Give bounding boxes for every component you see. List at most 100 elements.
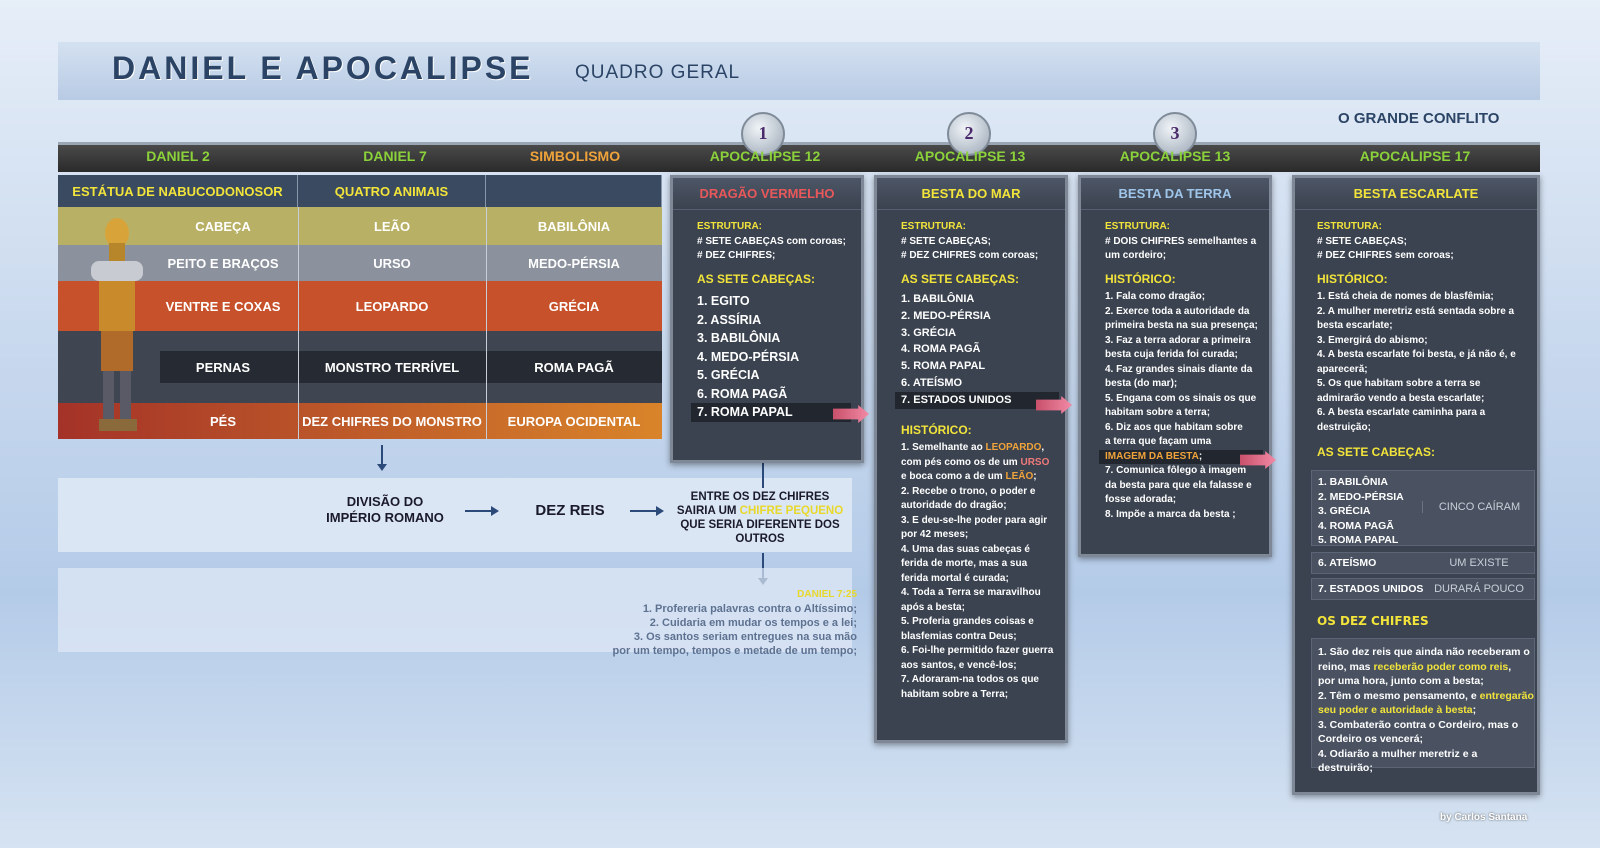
list-item: 1. São dez reis que ainda não receberam … bbox=[1318, 646, 1530, 658]
list-item: 7. Adoraram-na todos os que bbox=[901, 674, 1039, 686]
list-item: 3. BABILÔNIA bbox=[697, 331, 781, 345]
ap13b-e2: um cordeiro; bbox=[1105, 250, 1167, 261]
grid-head-estatua: ESTÁTUA DE NABUCODONOSOR bbox=[58, 175, 298, 207]
flow-chifre-pequeno: CHIFRE PEQUENO bbox=[739, 505, 844, 517]
list-item: 5. GRÉCIA bbox=[697, 368, 760, 382]
text: reino, mas bbox=[1318, 660, 1374, 673]
page-subtitle: QUADRO GERAL bbox=[575, 62, 741, 83]
list-item: ferida mortal é curada; bbox=[901, 572, 1009, 584]
col-daniel-7: DANIEL 7 bbox=[363, 148, 427, 164]
col-apocalipse-13b: APOCALIPSE 13 bbox=[1119, 148, 1231, 164]
ap13a-list: 1. BABILÔNIA 2. MEDO-PÉRSIA 3. GRÉCIA 4.… bbox=[895, 291, 1065, 409]
ap13a-estrutura: ESTRUTURA: bbox=[901, 221, 966, 232]
ap12-list: 1. EGITO 2. ASSÍRIA 3. BABILÔNIA 4. MEDO… bbox=[691, 292, 861, 422]
list-item: 4. ROMA PAGÃ bbox=[901, 343, 981, 356]
ap12-estrutura: ESTRUTURA: bbox=[697, 221, 762, 232]
list-item: besta cuja ferida foi curada; bbox=[1105, 349, 1238, 360]
ap17-dez-box: 1. São dez reis que ainda não receberam … bbox=[1311, 638, 1535, 774]
ap13b-historico: HISTÓRICO: bbox=[1105, 271, 1176, 286]
arrow-head-right bbox=[491, 506, 499, 516]
list-item: 7. Comunica fôlego à imagem bbox=[1105, 465, 1247, 476]
list-item: 1. BABILÔNIA bbox=[1318, 476, 1389, 488]
list-item: reino, mas receberão poder como reis, bbox=[1318, 660, 1512, 673]
list-item: 2. Exerce toda a autoridade da bbox=[1105, 305, 1250, 317]
ap17-e2: # DEZ CHIFRES sem coroas; bbox=[1317, 250, 1454, 261]
list-item: 3. E deu-se-lhe poder para agir bbox=[901, 514, 1048, 526]
daniel-725-block: DANIEL 7:25 1. Profereria palavras contr… bbox=[560, 588, 857, 658]
text-urso: URSO bbox=[1020, 456, 1050, 468]
cell-pernas: PERNAS bbox=[195, 359, 251, 375]
list-item: habitam sobre a Terra; bbox=[901, 688, 1009, 700]
cell-grecia: GRÉCIA bbox=[548, 298, 600, 314]
list-item: 4. Odiarão a mulher meretriz e a destrui… bbox=[1318, 747, 1478, 775]
list-item: 3. Emergirá do abismo; bbox=[1317, 334, 1428, 346]
list-item: 3. GRÉCIA bbox=[901, 326, 957, 339]
list-item: 4. Faz grandes sinais diante da bbox=[1105, 363, 1253, 375]
list-item: destruição; bbox=[1317, 421, 1371, 433]
list-item: 1. EGITO bbox=[697, 294, 750, 308]
flow-divisao-2: IMPÉRIO ROMANO bbox=[326, 510, 444, 525]
arrow-head-right bbox=[656, 506, 664, 516]
list-item: 8. Impõe a marca da besta ; bbox=[1105, 508, 1236, 520]
list-item: 2. Recebe o trono, o poder e bbox=[901, 485, 1036, 497]
list-item: seu poder e autoridade à besta; bbox=[1318, 704, 1477, 716]
cell-urso: URSO bbox=[373, 255, 411, 271]
ap17-sete: AS SETE CABEÇAS: bbox=[1317, 445, 1436, 459]
panel-apocalipse-12: DRAGÃO VERMELHO ESTRUTURA: # SETE CABEÇA… bbox=[670, 175, 864, 463]
ap17-estados-unidos: 7. ESTADOS UNIDOS bbox=[1318, 583, 1424, 595]
list-item: autoridade do dragão; bbox=[901, 500, 1007, 512]
list-item: 1. BABILÔNIA bbox=[901, 293, 975, 305]
grid-divider bbox=[486, 207, 487, 439]
ap13a-h1: 1. Semelhante ao LEOPARDO, bbox=[901, 442, 1045, 454]
arrow-right-1 bbox=[465, 510, 493, 512]
list-item: a terra que façam uma bbox=[1105, 436, 1212, 447]
ap13a-h3: e boca como a de um LEÃO; bbox=[901, 471, 1037, 483]
list-item: Cordeiro os vencerá; bbox=[1318, 733, 1424, 745]
col-apocalipse-13a: APOCALIPSE 13 bbox=[914, 148, 1026, 164]
ap13b-imagem-row: IMAGEM DA BESTA; bbox=[1099, 449, 1263, 464]
text-poder-autoridade: seu poder e autoridade à besta bbox=[1318, 704, 1473, 716]
ap17-cinco-box: 1. BABILÔNIA 2. MEDO-PÉRSIA 3. GRÉCIA 4.… bbox=[1311, 470, 1535, 546]
ap17-ateismo: 6. ATEÍSMO bbox=[1318, 557, 1377, 569]
list-item: 4. ROMA PAGÃ bbox=[1318, 519, 1394, 532]
daniel-725-line: 3. Os santos seriam entregues na sua mão bbox=[633, 631, 857, 643]
list-item-highlight: 7. ROMA PAPAL bbox=[691, 403, 851, 422]
daniel-725-ref: DANIEL 7:25 bbox=[797, 589, 857, 600]
list-item: blasfemias contra Deus; bbox=[901, 630, 1017, 642]
cell-pes: PÉS bbox=[209, 413, 236, 429]
ap17-e1: # SETE CABEÇAS; bbox=[1317, 235, 1408, 247]
text: 1. Semelhante ao bbox=[901, 442, 986, 454]
list-item: aos santos, e vencê-los; bbox=[901, 659, 1017, 671]
panel-head-dragao: DRAGÃO VERMELHO bbox=[673, 178, 861, 210]
text-imagem-besta: IMAGEM DA BESTA bbox=[1105, 450, 1199, 462]
text-leao: LEÃO bbox=[1005, 471, 1034, 483]
list-item: 5. ROMA PAPAL bbox=[901, 360, 986, 373]
list-item: 3. Faz a terra adorar a primeira bbox=[1105, 334, 1251, 346]
flow-divisao: DIVISÃO DO IMPÉRIO ROMANO bbox=[315, 494, 455, 526]
cell-peito: PEITO E BRAÇOS bbox=[167, 255, 279, 271]
cell-ventre: VENTRE E COXAS bbox=[165, 298, 281, 314]
arrow-head-down bbox=[377, 464, 387, 471]
cell-monstro: MONSTRO TERRÍVEL bbox=[324, 359, 460, 375]
list-item: besta escarlate; bbox=[1317, 320, 1393, 331]
flow-entre: ENTRE OS DEZ CHIFRES SAIRIA UM CHIFRE PE… bbox=[670, 490, 850, 546]
cell-leao: LEÃO bbox=[373, 218, 411, 234]
list-item: 6. Diz aos que habitam sobre bbox=[1105, 421, 1243, 433]
list-item: 2. MEDO-PÉRSIA bbox=[901, 309, 991, 322]
ap17-durara-pouco: DURARÁ POUCO bbox=[1434, 583, 1524, 595]
panel-head-besta-mar: BESTA DO MAR bbox=[877, 178, 1065, 210]
list-item: 6. A besta escarlate caminha para a bbox=[1317, 407, 1486, 418]
text-leopardo: LEOPARDO bbox=[985, 442, 1042, 454]
list-item: 5. Os que habitam sobre a terra se bbox=[1317, 378, 1481, 389]
ap13b-estrutura: ESTRUTURA: bbox=[1105, 221, 1170, 232]
cell-leopardo: LEOPARDO bbox=[355, 298, 429, 314]
ap17-dez-chifres: OS DEZ CHIFRES bbox=[1317, 614, 1429, 628]
ap13b-body: ESTRUTURA: # DOIS CHIFRES semelhantes a … bbox=[1081, 210, 1269, 522]
credit-label: by Carlos Santana bbox=[1440, 812, 1528, 823]
col-apocalipse-12: APOCALIPSE 12 bbox=[709, 148, 821, 164]
ap13b-e1: # DOIS CHIFRES semelhantes a bbox=[1105, 235, 1257, 247]
list-item: da besta para que ela falasse e bbox=[1105, 479, 1252, 491]
list-item: 4. Toda a Terra se maravilhou bbox=[901, 587, 1041, 599]
list-item: 4. A besta escarlate foi besta, e já não… bbox=[1317, 349, 1516, 360]
ap12-sete: AS SETE CABEÇAS: bbox=[697, 271, 816, 286]
